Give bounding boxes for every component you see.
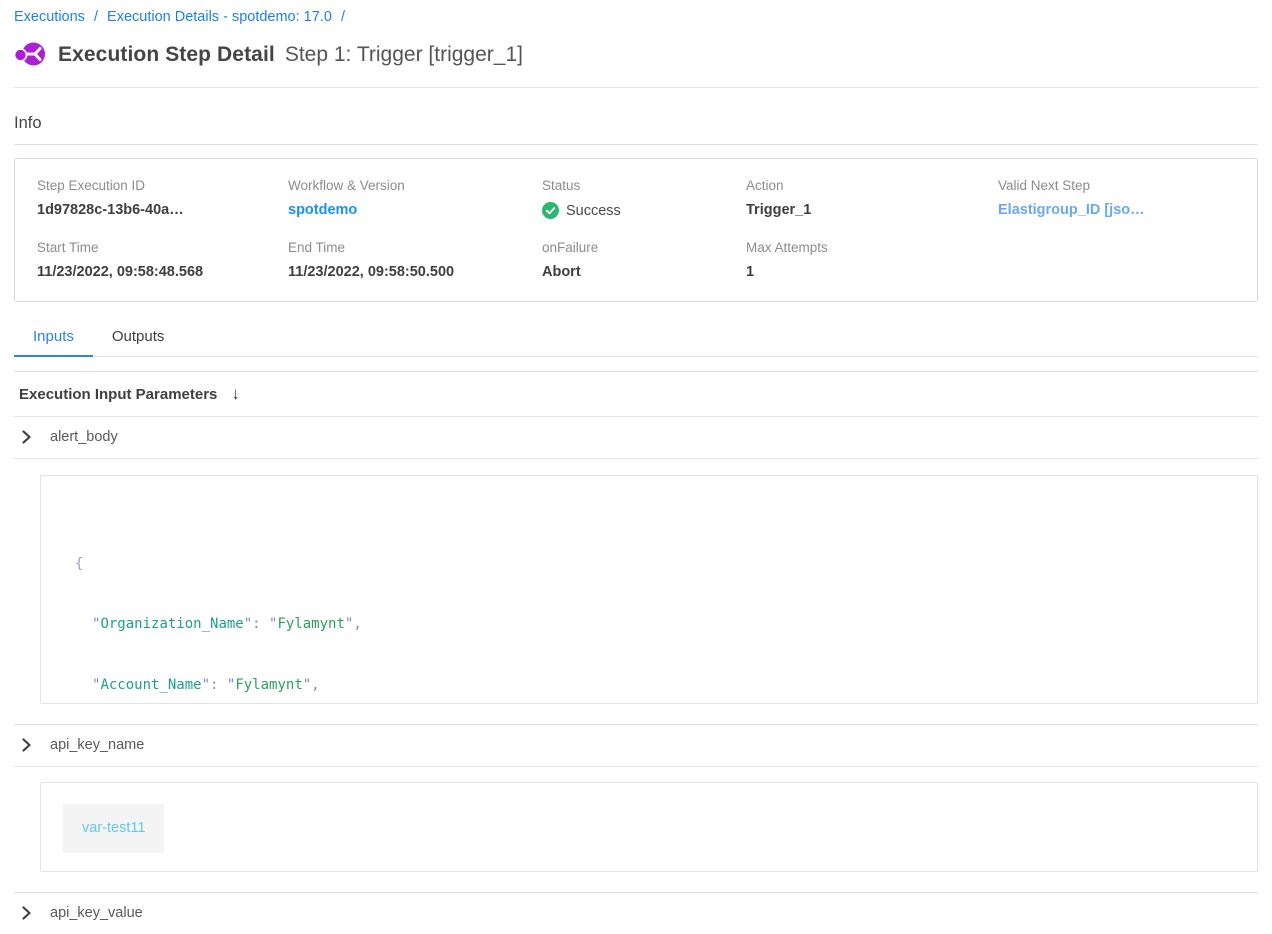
breadcrumb-separator: / bbox=[94, 9, 98, 25]
breadcrumb-execution-details-link[interactable]: Execution Details - spotdemo: 17.0 bbox=[107, 9, 332, 25]
breadcrumb-separator: / bbox=[341, 9, 345, 25]
breadcrumb-executions-link[interactable]: Executions bbox=[14, 9, 85, 25]
success-check-icon bbox=[542, 202, 559, 219]
section-row-api-key-name[interactable]: api_key_name bbox=[14, 725, 1258, 766]
breadcrumb: Executions / Execution Details - spotdem… bbox=[14, 0, 1258, 25]
info-field-workflow-version: Workflow & Version spotdemo bbox=[288, 178, 542, 219]
tab-outputs[interactable]: Outputs bbox=[93, 320, 184, 356]
info-field-empty bbox=[998, 240, 1235, 280]
title-divider bbox=[14, 87, 1258, 88]
json-line: "Account_Name": "Fylamynt", bbox=[75, 675, 1257, 695]
info-card: Step Execution ID 1d97828c-13b6-40a… Wor… bbox=[14, 158, 1258, 302]
chevron-right-icon[interactable] bbox=[20, 906, 33, 920]
execution-input-parameters-title: Execution Input Parameters bbox=[19, 386, 217, 403]
json-viewer: { "Organization_Name": "Fylamynt", "Acco… bbox=[41, 476, 1257, 704]
info-field-onfailure: onFailure Abort bbox=[542, 240, 746, 280]
info-field-action: Action Trigger_1 bbox=[746, 178, 998, 219]
alert-body-divider bbox=[14, 458, 1258, 459]
page-header: Execution Step Detail Step 1: Trigger [t… bbox=[14, 40, 1258, 69]
api-key-name-value: var-test11 bbox=[63, 804, 164, 853]
info-field-valid-next-step: Valid Next Step Elastigroup_ID [jso… bbox=[998, 178, 1235, 219]
json-open-brace: { bbox=[75, 554, 1257, 574]
execution-step-detail-page: Executions / Execution Details - spotdem… bbox=[0, 0, 1272, 934]
json-line: "Organization_Name": "Fylamynt", bbox=[75, 614, 1257, 634]
info-field-step-execution-id: Step Execution ID 1d97828c-13b6-40a… bbox=[37, 178, 288, 219]
workflow-link[interactable]: spotdemo bbox=[288, 202, 542, 218]
info-heading: Info bbox=[14, 114, 1258, 133]
chevron-right-icon[interactable] bbox=[20, 430, 33, 444]
api-key-name-panel: var-test11 bbox=[40, 782, 1258, 872]
alert-body-json-panel: { "Organization_Name": "Fylamynt", "Acco… bbox=[40, 475, 1258, 704]
info-field-start-time: Start Time 11/23/2022, 09:58:48.568 bbox=[37, 240, 288, 280]
execution-input-parameters-bar: Execution Input Parameters ↓ bbox=[14, 372, 1258, 416]
info-divider bbox=[14, 144, 1258, 145]
section-row-alert-body[interactable]: alert_body bbox=[14, 417, 1258, 458]
tabs-bar: Inputs Outputs bbox=[14, 320, 1258, 357]
api-key-name-divider bbox=[14, 766, 1258, 767]
page-subtitle: Step 1: Trigger [trigger_1] bbox=[285, 43, 523, 67]
section-label: api_key_name bbox=[50, 737, 144, 753]
chevron-right-icon[interactable] bbox=[20, 738, 33, 752]
tab-inputs[interactable]: Inputs bbox=[14, 320, 93, 357]
section-row-api-key-value[interactable]: api_key_value bbox=[14, 893, 1258, 934]
page-title: Execution Step Detail bbox=[58, 43, 275, 67]
info-field-end-time: End Time 11/23/2022, 09:58:50.500 bbox=[288, 240, 542, 280]
info-field-max-attempts: Max Attempts 1 bbox=[746, 240, 998, 280]
status-badge: Success bbox=[566, 203, 621, 219]
download-parameters-icon[interactable]: ↓ bbox=[231, 384, 240, 404]
fylamynt-logo-icon bbox=[14, 40, 45, 69]
valid-next-step-link[interactable]: Elastigroup_ID [jso… bbox=[998, 202, 1235, 218]
info-field-status: Status Success bbox=[542, 178, 746, 219]
section-label: alert_body bbox=[50, 429, 118, 445]
